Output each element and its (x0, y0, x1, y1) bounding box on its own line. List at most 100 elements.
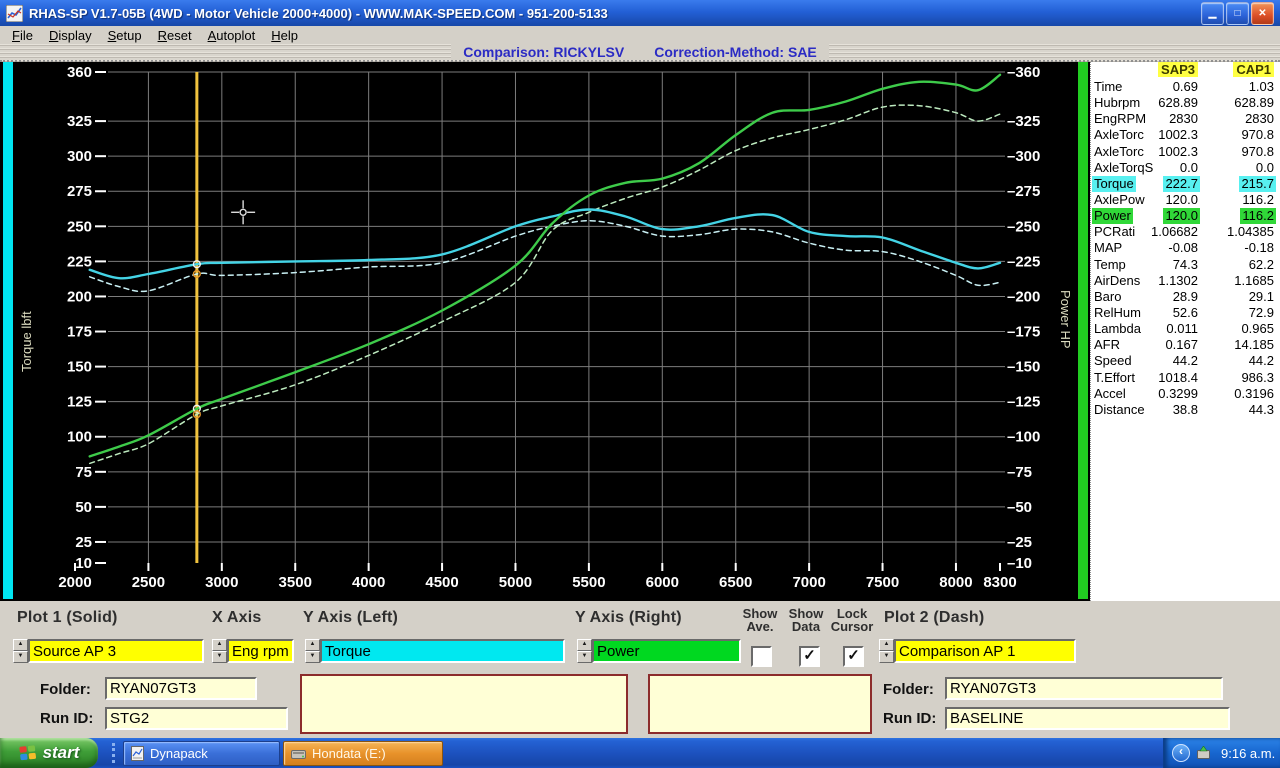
plot1-source-select[interactable]: ▲ ▼ Source AP 3 (13, 639, 204, 663)
application-window: RHAS-SP V1.7-05B (4WD - Motor Vehicle 20… (0, 0, 1280, 768)
chart-area[interactable]: 360–360325–325300–300275–275250–250225–2… (0, 62, 1090, 601)
row-label: Time (1094, 79, 1122, 95)
notes-box-2[interactable] (648, 674, 872, 734)
start-button[interactable]: start (0, 738, 98, 768)
svg-text:7000: 7000 (792, 574, 825, 591)
title-bar: RHAS-SP V1.7-05B (4WD - Motor Vehicle 20… (0, 0, 1280, 26)
spinner-up-icon[interactable]: ▲ (13, 639, 28, 651)
svg-text:2500: 2500 (132, 574, 165, 591)
xaxis-select[interactable]: ▲ ▼ Eng rpm (212, 639, 294, 663)
row-value: 2830 (1169, 111, 1198, 127)
spinner-up-icon[interactable]: ▲ (577, 639, 592, 651)
row-value: 1.1302 (1158, 273, 1198, 289)
row-value: 116.2 (1242, 192, 1274, 208)
svg-text:–275: –275 (1007, 183, 1040, 200)
runid-input-right[interactable]: BASELINE (945, 707, 1230, 730)
row-label: MAP (1094, 240, 1122, 256)
spinner-down-icon[interactable]: ▼ (13, 651, 28, 663)
plot1-source-value[interactable]: Source AP 3 (28, 639, 204, 663)
menu-item-help[interactable]: Help (263, 28, 306, 43)
lock-cursor-label: LockCursor (824, 607, 880, 633)
row-label: AxleTorqS (1094, 160, 1153, 176)
quick-launch-separator[interactable] (112, 743, 115, 763)
spinner-icon[interactable]: ▲ ▼ (577, 639, 592, 663)
menu-item-setup[interactable]: Setup (100, 28, 150, 43)
app-icon (6, 5, 23, 22)
spinner-icon[interactable]: ▲ ▼ (212, 639, 227, 663)
runid-input-left[interactable]: STG2 (105, 707, 288, 730)
notes-box-1[interactable] (300, 674, 628, 734)
menu-item-file[interactable]: File (4, 28, 41, 43)
folder-input-right[interactable]: RYAN07GT3 (945, 677, 1223, 700)
show-ave-checkbox[interactable] (751, 646, 772, 667)
row-value: 52.6 (1173, 305, 1198, 321)
row-label: Lambda (1094, 321, 1141, 337)
start-button-label: start (43, 743, 80, 763)
spinner-icon[interactable]: ▲ ▼ (13, 639, 28, 663)
svg-text:–10: –10 (1007, 555, 1032, 572)
yaxis-left-label: Y Axis (Left) (303, 609, 398, 627)
data-readout-panel: SAP3 CAP1 Time0.691.03Hubrpm628.89628.89… (1090, 62, 1280, 601)
xaxis-value[interactable]: Eng rpm (227, 639, 294, 663)
menu-item-autoplot[interactable]: Autoplot (200, 28, 264, 43)
control-panel: Plot 1 (Solid) X Axis Y Axis (Left) Y Ax… (0, 601, 1280, 738)
lock-cursor-checkbox[interactable]: ✓ (843, 646, 864, 667)
taskbar-clock: 9:16 a.m. (1221, 746, 1275, 761)
row-value: 1002.3 (1158, 127, 1198, 143)
row-label: EngRPM (1094, 111, 1146, 127)
folder-input-left[interactable]: RYAN07GT3 (105, 677, 257, 700)
column-header-cap1: CAP1 (1233, 62, 1274, 77)
svg-text:–125: –125 (1007, 394, 1040, 411)
left-axis-title: Torque lbft (19, 311, 34, 372)
xaxis-label: X Axis (212, 609, 262, 627)
spinner-icon[interactable]: ▲ ▼ (879, 639, 894, 663)
row-label: Hubrpm (1094, 95, 1140, 111)
spinner-icon[interactable]: ▲ ▼ (305, 639, 320, 663)
spinner-down-icon[interactable]: ▼ (305, 651, 320, 663)
svg-text:275: 275 (67, 183, 92, 200)
spinner-down-icon[interactable]: ▼ (212, 651, 227, 663)
remove-hardware-icon[interactable] (1196, 746, 1211, 760)
yaxis-left-value[interactable]: Torque (320, 639, 565, 663)
dyno-plot[interactable]: 360–360325–325300–300275–275250–250225–2… (13, 62, 1075, 601)
spinner-up-icon[interactable]: ▲ (212, 639, 227, 651)
svg-text:360: 360 (67, 64, 92, 81)
row-value: 1.06682 (1151, 224, 1198, 240)
row-value: 986.3 (1241, 370, 1274, 386)
yaxis-right-select[interactable]: ▲ ▼ Power (577, 639, 741, 663)
taskbar-item-label: Hondata (E:) (312, 746, 386, 761)
yaxis-right-value[interactable]: Power (592, 639, 741, 663)
svg-text:175: 175 (67, 324, 92, 341)
svg-text:6000: 6000 (646, 574, 679, 591)
row-label: AxleTorc (1094, 127, 1144, 143)
close-button[interactable]: ✕ (1251, 2, 1274, 25)
menu-bar: FileDisplaySetupResetAutoplotHelp (0, 26, 1280, 44)
plot2-source-value[interactable]: Comparison AP 1 (894, 639, 1076, 663)
comparison-text: Comparison: RICKYLSV Correction-Method: … (451, 44, 829, 60)
table-row: AFR0.16714.185 (1091, 337, 1280, 353)
row-value: 970.8 (1241, 144, 1274, 160)
show-data-checkbox[interactable]: ✓ (799, 646, 820, 667)
plot2-source-select[interactable]: ▲ ▼ Comparison AP 1 (879, 639, 1076, 663)
table-row: Time0.691.03 (1091, 79, 1280, 95)
yaxis-left-select[interactable]: ▲ ▼ Torque (305, 639, 565, 663)
tray-chevron-icon[interactable]: ‹ (1172, 744, 1190, 762)
svg-text:4500: 4500 (425, 574, 458, 591)
minimize-button[interactable]: ▁ (1201, 2, 1224, 25)
row-value: 0.3196 (1234, 386, 1274, 402)
svg-text:5000: 5000 (499, 574, 532, 591)
power-axis-stripe (1078, 62, 1088, 599)
spinner-down-icon[interactable]: ▼ (577, 651, 592, 663)
spinner-up-icon[interactable]: ▲ (305, 639, 320, 651)
dynapack-window-icon (131, 746, 144, 761)
spinner-up-icon[interactable]: ▲ (879, 639, 894, 651)
maximize-button[interactable]: □ (1226, 2, 1249, 25)
taskbar-item-dynapack[interactable]: Dynapack (123, 741, 280, 766)
spinner-down-icon[interactable]: ▼ (879, 651, 894, 663)
row-value: 0.0 (1180, 160, 1198, 176)
taskbar-item-hondata[interactable]: Hondata (E:) (283, 741, 443, 766)
menu-item-display[interactable]: Display (41, 28, 100, 43)
menu-item-reset[interactable]: Reset (150, 28, 200, 43)
table-row: AxlePow120.0116.2 (1091, 192, 1280, 208)
svg-text:–75: –75 (1007, 464, 1032, 481)
